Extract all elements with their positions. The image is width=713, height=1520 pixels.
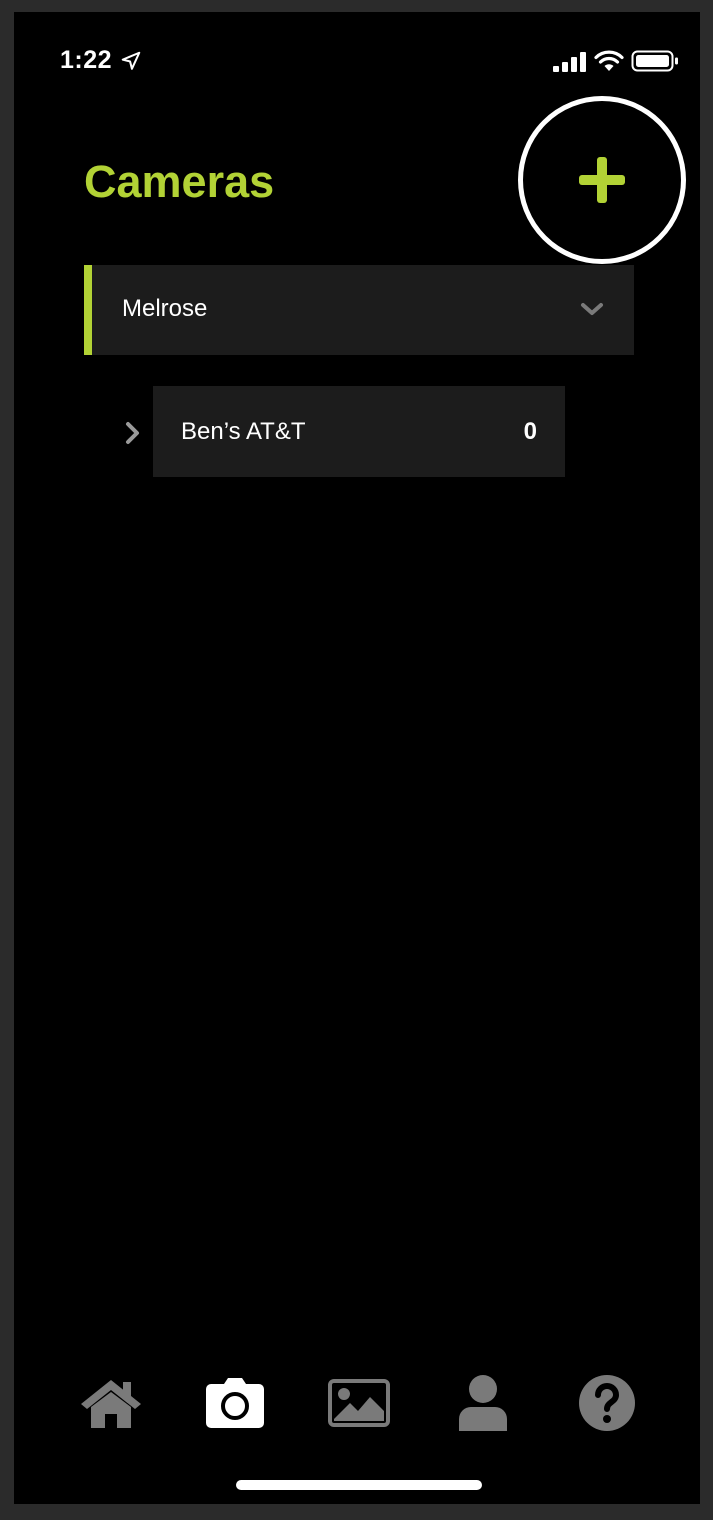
tab-home[interactable]	[76, 1368, 146, 1438]
battery-icon	[631, 50, 678, 72]
page-title: Cameras	[84, 156, 275, 207]
camera-group-label: Melrose	[122, 295, 208, 322]
camera-count: 0	[523, 418, 537, 445]
cellular-signal-icon	[553, 52, 586, 72]
camera-icon	[206, 1378, 264, 1428]
home-indicator	[236, 1480, 482, 1490]
gallery-icon	[328, 1379, 390, 1427]
app-screen: 1:22 Cameras Melrose Ben’s AT&T 0	[14, 12, 700, 1504]
location-arrow-icon	[121, 51, 141, 70]
plus-icon	[579, 157, 625, 203]
home-icon	[81, 1380, 141, 1428]
tab-help[interactable]	[572, 1368, 642, 1438]
tab-profile[interactable]	[448, 1368, 518, 1438]
wifi-icon	[594, 50, 624, 71]
camera-name: Ben’s AT&T	[181, 418, 306, 445]
camera-list-item[interactable]: Ben’s AT&T 0	[153, 386, 565, 477]
profile-icon	[459, 1375, 507, 1431]
chevron-down-icon	[581, 303, 603, 315]
camera-group-row[interactable]: Melrose	[84, 265, 634, 355]
add-camera-button[interactable]	[518, 96, 686, 264]
device-frame: 1:22 Cameras Melrose Ben’s AT&T 0	[0, 0, 713, 1520]
tab-gallery[interactable]	[324, 1368, 394, 1438]
tab-camera[interactable]	[200, 1368, 270, 1438]
status-time: 1:22	[60, 46, 113, 74]
help-icon	[579, 1375, 635, 1431]
chevron-right-icon[interactable]	[124, 420, 142, 446]
